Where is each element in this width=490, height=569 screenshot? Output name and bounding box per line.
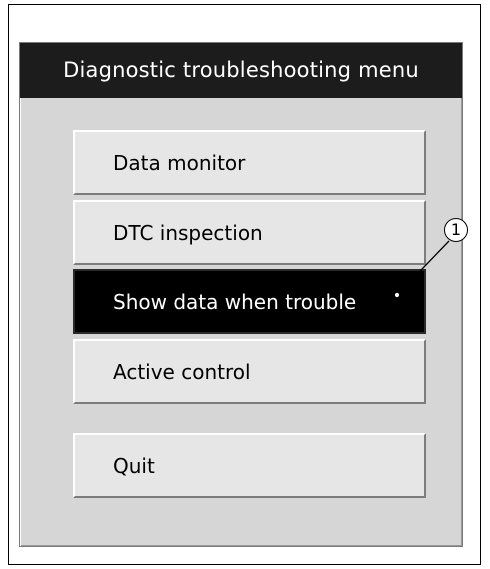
active-control-button[interactable]: Active control: [73, 339, 426, 404]
window-title: Diagnostic troubleshooting menu: [20, 43, 462, 98]
diagnostic-menu-window: Diagnostic troubleshooting menu Data mon…: [19, 42, 463, 547]
dtc-inspection-button[interactable]: DTC inspection: [73, 200, 426, 265]
callout-number-badge: 1: [444, 218, 468, 242]
show-data-when-trouble-button[interactable]: Show data when trouble: [73, 269, 426, 334]
data-monitor-button[interactable]: Data monitor: [73, 130, 426, 195]
quit-button[interactable]: Quit: [73, 433, 426, 498]
